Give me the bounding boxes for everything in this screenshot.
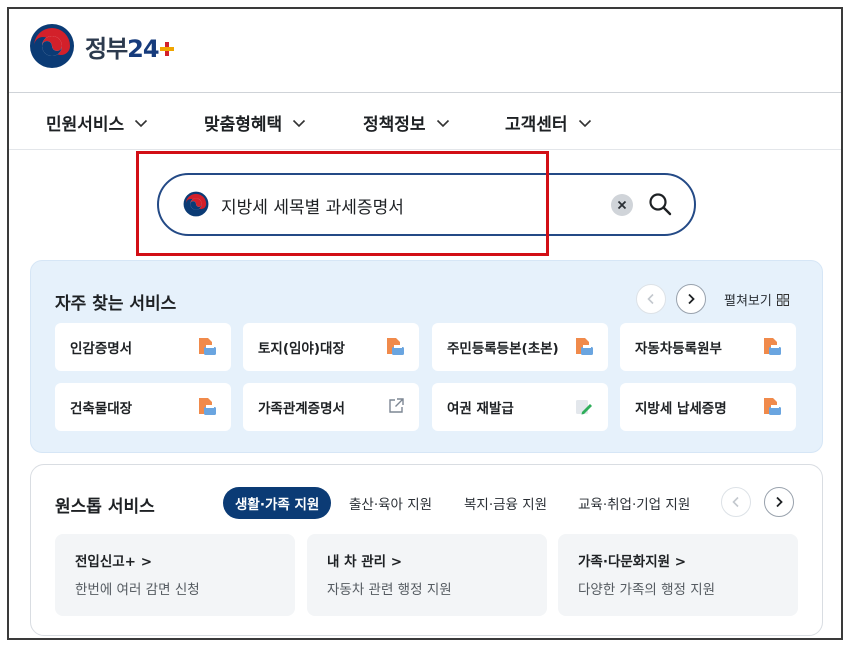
nav-custom-benefits[interactable]: 맞춤형혜택 [204,110,306,135]
frequent-services-panel: 자주 찾는 서비스 펼쳐보기 인감증명서 토지(임야)대장 주민등록등본(초본)… [30,260,823,453]
document-print-icon [199,338,216,355]
onestop-card-title: 가족·다문화지원 > [578,554,687,570]
site-header: 정부24 [9,9,841,93]
service-card[interactable]: 건축물대장 [55,383,231,431]
main-nav: 민원서비스 맞춤형혜택 정책정보 고객센터 [9,94,841,150]
site-logo[interactable]: 정부24 [29,23,174,69]
chevron-right-icon [688,293,695,305]
expand-all-label: 펼쳐보기 [724,294,772,309]
search-icon [649,193,672,216]
chevron-down-icon [436,119,449,127]
service-card[interactable]: 토지(임야)대장 [243,323,419,371]
service-card[interactable]: 여권 재발급 [432,383,608,431]
chevron-down-icon [135,119,148,127]
service-card-label: 가족관계증명서 [258,401,345,417]
document-print-icon [199,398,216,415]
nav-label: 민원서비스 [46,115,125,135]
frequent-prev-button[interactable] [636,284,666,314]
onestop-next-button[interactable] [764,487,794,517]
service-card-label: 토지(임야)대장 [258,341,345,357]
service-card[interactable]: 지방세 납세증명 [620,383,796,431]
service-card[interactable]: 자동차등록원부 [620,323,796,371]
onestop-card[interactable]: 내 차 관리 > 자동차 관련 행정 지원 [307,534,547,616]
onestop-card-title: 내 차 관리 > [327,554,403,570]
onestop-card-desc: 다양한 가족의 행정 지원 [578,582,716,598]
nav-policy-info[interactable]: 정책정보 [363,110,450,135]
onestop-title: 원스톱 서비스 [55,497,155,517]
grid-icon [776,293,789,306]
service-card[interactable]: 인감증명서 [55,323,231,371]
logo-text: 정부24 [85,29,160,64]
onestop-services-panel: 원스톱 서비스 생활·가족 지원 출산·육아 지원 복지·금융 지원 교육·취업… [30,464,823,636]
onestop-card[interactable]: 전입신고+ > 한번에 여러 감면 신청 [55,534,295,616]
chevron-left-icon [647,293,654,305]
service-card[interactable]: 가족관계증명서 [243,383,419,431]
service-card-label: 건축물대장 [70,401,133,417]
document-print-icon [764,338,781,355]
service-card-label: 여권 재발급 [447,401,514,417]
taegeuk-emblem-icon [30,24,74,68]
chevron-down-icon [578,119,591,127]
service-card-label: 주민등록등본(초본) [447,341,559,357]
nav-customer-center[interactable]: 고객센터 [505,110,592,135]
document-print-icon [764,398,781,415]
onestop-card-title: 전입신고+ > [75,554,153,570]
onestop-card-desc: 자동차 관련 행정 지원 [327,582,452,598]
chevron-down-icon [293,119,306,127]
nav-label: 맞춤형혜택 [204,115,283,135]
expand-all-button[interactable]: 펼쳐보기 [724,290,789,309]
frequent-next-button[interactable] [676,284,706,314]
search-button[interactable] [645,189,675,219]
logo-word: 정부 [85,34,128,63]
onestop-card[interactable]: 가족·다문화지원 > 다양한 가족의 행정 지원 [558,534,798,616]
onestop-card-desc: 한번에 여러 감면 신청 [75,582,200,598]
clear-search-button[interactable] [611,194,633,216]
nav-civil-service[interactable]: 민원서비스 [46,110,148,135]
logo-number: 24 [127,34,159,63]
search-highlight-box [136,151,549,256]
tab-edu-employment-business[interactable]: 교육·취업·기업 지원 [578,487,690,519]
close-icon [617,200,627,210]
document-print-icon [576,338,593,355]
tab-life-family[interactable]: 생활·가족 지원 [223,487,332,519]
nav-label: 정책정보 [363,115,426,135]
chevron-left-icon [732,496,739,508]
frequent-services-title: 자주 찾는 서비스 [55,294,177,314]
nav-label: 고객센터 [505,115,568,135]
chevron-right-icon [776,496,783,508]
tab-welfare-finance[interactable]: 복지·금융 지원 [464,487,547,519]
service-card-label: 자동차등록원부 [635,341,722,357]
service-card-label: 지방세 납세증명 [635,401,727,417]
document-edit-icon [576,400,592,415]
tab-birth-childcare[interactable]: 출산·육아 지원 [349,487,432,519]
logo-plus-icon [159,42,174,56]
browser-frame: 정부24 민원서비스 맞춤형혜택 정책정보 고객센터 지방세 세목별 과세증명서… [7,7,843,640]
external-link-icon [389,398,404,413]
service-card-label: 인감증명서 [70,341,133,357]
document-print-icon [387,338,404,355]
service-card[interactable]: 주민등록등본(초본) [432,323,608,371]
onestop-prev-button[interactable] [721,487,751,517]
